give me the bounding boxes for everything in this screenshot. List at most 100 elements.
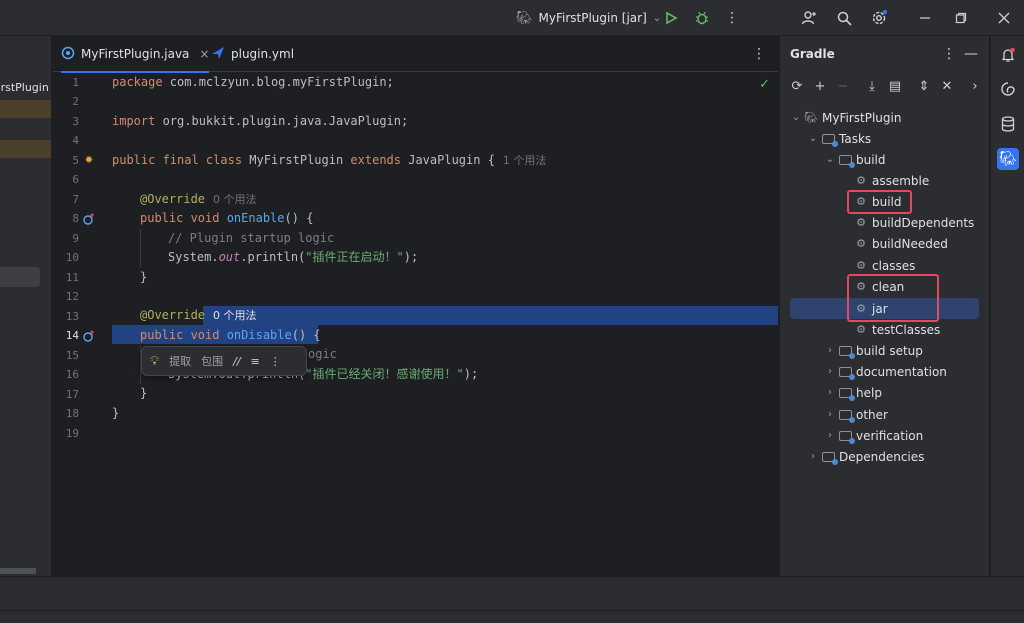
tree-label: classes (872, 258, 916, 273)
tree-group-verification[interactable]: › verification (780, 425, 990, 446)
tab-myfirstplugin-java[interactable]: MyFirstPlugin.java × (61, 36, 210, 73)
tree-label: other (856, 407, 888, 422)
code-line-9: // Plugin startup logic (168, 229, 334, 248)
add-user-icon[interactable] (799, 8, 819, 28)
tree-tasks[interactable]: ⌄ Tasks (780, 128, 990, 149)
more-options-button[interactable]: ⋮ (270, 355, 281, 368)
keyword: public void (140, 211, 220, 225)
chevron-right-icon[interactable]: › (824, 345, 836, 356)
run-configuration-selector[interactable]: 🐘︎ MyFirstPlugin [jar] ⌄ (516, 8, 661, 28)
comment-button[interactable]: // (233, 355, 240, 368)
line-number: 9 (72, 232, 79, 245)
tree-task-classes[interactable]: ⚙ classes (780, 255, 990, 276)
remove-icon[interactable]: − (834, 78, 852, 96)
restore-icon[interactable] (951, 8, 971, 28)
tree-dependencies[interactable]: › Dependencies (780, 446, 990, 467)
chevron-right-icon[interactable]: › (807, 451, 819, 462)
gear-icon: ⚙ (856, 237, 866, 250)
surround-button[interactable]: 包围 (201, 353, 223, 369)
override-gutter-icon[interactable] (83, 330, 95, 342)
method-name: onDisable (219, 328, 292, 342)
chevron-right-icon[interactable]: › (966, 78, 984, 96)
code-line-13: @Override 0 个用法 (140, 306, 257, 325)
tree-task-assemble[interactable]: ⚙ assemble (780, 170, 990, 191)
line-number: 10 (65, 251, 79, 264)
line-number: 8 (72, 212, 79, 225)
tree-build-group[interactable]: ⌄ build (780, 149, 990, 170)
tree-task-builddependents[interactable]: ⚙ buildDependents (780, 212, 990, 233)
more-icon[interactable]: ⋮ (722, 8, 742, 28)
chevron-down-icon[interactable]: ⌄ (807, 133, 819, 144)
reload-icon[interactable]: ⟳ (788, 78, 806, 96)
project-root-label[interactable]: FirstPlugin (0, 81, 49, 94)
line-number-current: 14 (65, 329, 79, 342)
run-icon[interactable] (661, 8, 681, 28)
line-number: 17 (65, 388, 79, 401)
annotation: @Override (140, 192, 206, 206)
usages-hint[interactable]: 0 个用法 (213, 193, 257, 206)
project-panel: FirstPlugin (0, 36, 52, 576)
chevron-right-icon[interactable]: › (824, 366, 836, 377)
bean-gutter-icon[interactable]: ✹ (83, 155, 95, 167)
line-number: 18 (65, 407, 79, 420)
folder-icon (838, 365, 855, 380)
project-row-selected[interactable] (0, 267, 40, 287)
execute-task-icon[interactable]: ▤ (886, 78, 904, 96)
format-button[interactable]: ≡ (251, 355, 260, 368)
line-number: 19 (65, 427, 79, 440)
minimize-icon[interactable] (915, 8, 935, 28)
database-icon[interactable] (997, 113, 1019, 135)
tree-task-buildneeded[interactable]: ⚙ buildNeeded (780, 233, 990, 254)
code-token: ); (463, 367, 479, 381)
chevron-down-icon[interactable]: ⌄ (824, 154, 836, 165)
closing-brace: } (112, 406, 120, 420)
tree-label: documentation (856, 364, 947, 379)
floating-code-toolbar: 💡︎ 提取 包围 // ≡ ⋮ (141, 346, 307, 376)
tree-group-build-setup[interactable]: › build setup (780, 340, 990, 361)
chevron-right-icon[interactable]: › (824, 409, 836, 420)
comment: // Plugin startup logic (168, 231, 335, 245)
closing-brace: } (140, 270, 148, 284)
gear-icon: ⚙ (856, 174, 866, 187)
tree-root-myfirstplugin[interactable]: ⌄ 🐘︎ MyFirstPlugin (780, 107, 990, 128)
code-line-10: System.out.println("插件正在启动！"); (168, 248, 418, 267)
usages-hint[interactable]: 1 个用法 (503, 154, 547, 167)
close-tab-icon[interactable]: × (199, 47, 209, 61)
expand-all-icon[interactable]: ⇕ (915, 78, 933, 96)
debug-icon[interactable] (692, 8, 712, 28)
tree-label: MyFirstPlugin (822, 110, 902, 125)
lightbulb-icon[interactable]: 💡︎ (150, 354, 159, 369)
notifications-icon[interactable] (997, 44, 1019, 66)
close-icon[interactable] (994, 8, 1014, 28)
ai-assistant-icon[interactable] (997, 78, 1019, 100)
project-row-highlight[interactable] (0, 100, 51, 118)
override-gutter-icon[interactable] (83, 213, 95, 225)
extract-button[interactable]: 提取 (169, 353, 191, 369)
tree-group-help[interactable]: › help (780, 382, 990, 403)
settings-icon[interactable] (869, 8, 889, 28)
tree-task-testclasses[interactable]: ⚙ testClasses (780, 319, 990, 340)
chevron-right-icon[interactable]: › (824, 387, 836, 398)
tree-group-documentation[interactable]: › documentation (780, 361, 990, 382)
panel-options-icon[interactable]: ⋮ (942, 46, 956, 62)
collapse-all-icon[interactable]: ✕ (938, 78, 956, 96)
chevron-right-icon[interactable]: › (824, 430, 836, 441)
no-problems-check-icon[interactable]: ✓ (759, 77, 770, 92)
horizontal-scrollbar[interactable] (0, 568, 36, 574)
hide-panel-icon[interactable]: — (964, 46, 978, 62)
gear-icon: ⚙ (856, 259, 866, 272)
tab-options-icon[interactable]: ⋮ (752, 46, 766, 62)
code-line-5: public final class MyFirstPlugin extends… (112, 151, 546, 170)
tree-group-other[interactable]: › other (780, 404, 990, 425)
gradle-elephant-icon[interactable]: 🐘︎ (997, 148, 1019, 170)
tab-plugin-yml[interactable]: plugin.yml (211, 36, 294, 72)
usages-hint[interactable]: 0 个用法 (213, 309, 257, 322)
add-icon[interactable]: + (811, 78, 829, 96)
search-icon[interactable] (834, 8, 854, 28)
chevron-down-icon[interactable]: ⌄ (790, 112, 802, 123)
code-editor[interactable]: MyFirstPlugin.java × plugin.yml ⋮ ✓ 1 2 … (53, 36, 778, 576)
download-icon[interactable]: ⤓ (863, 78, 881, 96)
yaml-file-icon (211, 46, 225, 63)
chevron-down-icon: ⌄ (652, 12, 662, 24)
project-row-highlight[interactable] (0, 140, 51, 158)
